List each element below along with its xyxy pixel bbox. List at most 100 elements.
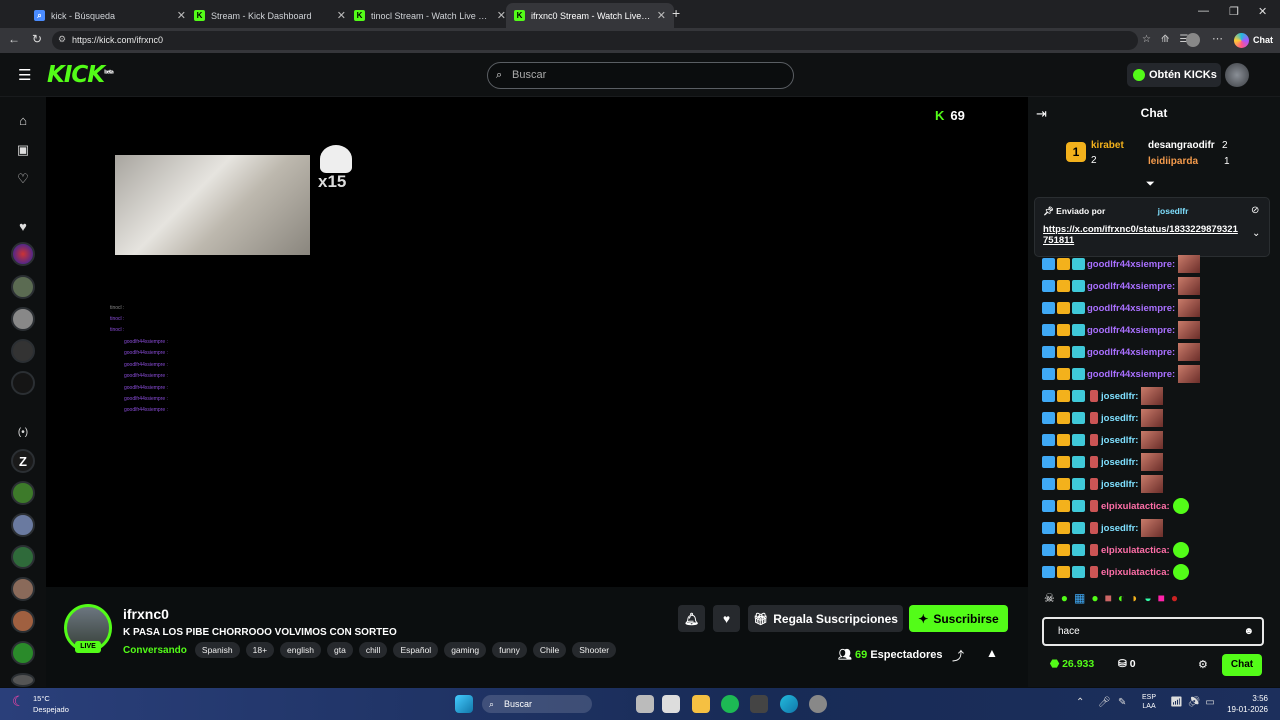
followed-channel-avatar[interactable]	[11, 242, 35, 266]
chat-username[interactable]: josedlfr:	[1101, 479, 1138, 490]
chat-username[interactable]: goodlfr44xsiempre:	[1087, 369, 1175, 380]
pen-icon[interactable]: ✎	[1118, 697, 1126, 708]
tag-chip[interactable]: Shooter	[572, 642, 617, 658]
chat-settings-icon[interactable]: ⚙	[1198, 658, 1208, 671]
chat-message[interactable]: elpixulatactica:	[1042, 541, 1189, 559]
send-chat-button[interactable]: Chat	[1222, 654, 1262, 676]
chat-message[interactable]: goodlfr44xsiempre:	[1042, 277, 1201, 295]
gift-subs-button[interactable]: 🎁︎ Regala Suscripciones	[748, 605, 903, 632]
recommended-channel-avatar[interactable]: Z	[11, 449, 35, 473]
browser-tab[interactable]: K Stream - Kick Dashboard ✕	[186, 3, 354, 28]
chat-username[interactable]: elpixulatactica:	[1101, 545, 1170, 556]
recommended-channel-avatar[interactable]	[11, 513, 35, 537]
chat-username[interactable]: josedlfr:	[1101, 435, 1138, 446]
expand-pin-icon[interactable]: ⌄	[1252, 228, 1260, 239]
maximize-icon[interactable]: ❐	[1229, 5, 1239, 18]
chat-username[interactable]: goodlfr44xsiempre:	[1087, 303, 1175, 314]
recommended-channel-avatar[interactable]	[11, 481, 35, 505]
edge-icon[interactable]	[780, 695, 798, 713]
chat-message[interactable]: josedlfr:	[1042, 409, 1164, 427]
leaderboard-user[interactable]: kirabet	[1091, 140, 1124, 151]
subscribe-button[interactable]: ✦ Suscribirse	[909, 605, 1008, 632]
get-kicks-button[interactable]: Obtén KICKs	[1127, 63, 1221, 87]
report-icon[interactable]: ▲	[986, 646, 998, 660]
new-tab-icon[interactable]: +	[672, 5, 680, 21]
browser-tab[interactable]: ⌕ kick - Búsqueda ✕	[26, 3, 194, 28]
chat-message[interactable]: elpixulatactica:	[1042, 563, 1189, 581]
followed-channel-avatar[interactable]	[11, 371, 35, 395]
emote-red-icon[interactable]: ●	[1171, 591, 1178, 609]
chat-username[interactable]: elpixulatactica:	[1101, 501, 1170, 512]
emote-kick-icon[interactable]: ◐	[1118, 591, 1125, 609]
follow-button[interactable]: ♥	[713, 605, 740, 632]
chat-username[interactable]: goodlfr44xsiempre:	[1087, 347, 1175, 358]
chat-message[interactable]: goodlfr44xsiempre:	[1042, 343, 1201, 361]
search-input[interactable]: ⌕ Buscar	[487, 62, 794, 89]
chat-message[interactable]: josedlfr:	[1042, 519, 1164, 537]
tag-chip[interactable]: Spanish	[194, 642, 240, 658]
tag-chip[interactable]: gta	[326, 642, 353, 658]
emote-frog-icon[interactable]: ◒	[1144, 591, 1151, 609]
chat-message[interactable]: josedlfr:	[1042, 387, 1164, 405]
tag-chip[interactable]: gaming	[444, 642, 487, 658]
filter-icon[interactable]: ⏷	[1146, 178, 1155, 191]
browser-tab[interactable]: Ktinocl Stream - Watch Live on Kick✕	[346, 3, 514, 28]
recommended-channel-avatar[interactable]	[11, 641, 35, 665]
following-heart-icon[interactable]: ♥	[11, 214, 35, 238]
emote-kick-icon[interactable]: ●	[1061, 591, 1068, 609]
emote-banana-icon[interactable]: ◗	[1131, 591, 1138, 609]
more-menu-icon[interactable]: ⋯	[1212, 32, 1223, 45]
leaderboard-user[interactable]: leidiiparda	[1148, 156, 1198, 167]
live-signal-icon[interactable]: (•)	[11, 420, 35, 444]
reload-icon[interactable]: ↻	[32, 32, 42, 46]
file-explorer-icon[interactable]	[692, 695, 710, 713]
chat-message[interactable]: goodlfr44xsiempre:	[1042, 365, 1201, 383]
gifted-subs-count[interactable]: ⛁ 0	[1118, 658, 1136, 670]
task-view-icon[interactable]	[636, 695, 654, 713]
chat-message[interactable]: goodlfr44xsiempre:	[1042, 321, 1201, 339]
chat-message[interactable]: josedlfr:	[1042, 475, 1164, 493]
chrome-icon[interactable]	[809, 695, 827, 713]
chat-message[interactable]: josedlfr:	[1042, 453, 1164, 471]
tag-chip[interactable]: Español	[393, 642, 439, 658]
chat-username[interactable]: elpixulatactica:	[1101, 567, 1170, 578]
site-info-icon[interactable]: ⚙	[58, 34, 66, 45]
emoji-picker-icon[interactable]: ☻	[1243, 619, 1254, 644]
user-avatar[interactable]	[1225, 63, 1249, 87]
chat-message[interactable]: josedlfr:	[1042, 431, 1164, 449]
minimize-icon[interactable]: —	[1198, 5, 1209, 17]
copilot-icon[interactable]	[1234, 33, 1249, 48]
pinned-link[interactable]: https://x.com/ifrxnc0/status/18332298793…	[1043, 224, 1243, 246]
close-tab-icon[interactable]: ✕	[337, 9, 346, 22]
network-volume-battery-icons[interactable]: 📶︎🔊︎▭	[1170, 697, 1220, 708]
emote-heart-icon[interactable]: ■	[1158, 591, 1165, 609]
input-language[interactable]: ESP LAA	[1142, 693, 1156, 711]
notification-bell-button[interactable]: 🔔︎	[678, 605, 705, 632]
streamer-name[interactable]: ifrxnc0	[123, 606, 169, 622]
chat-username[interactable]: josedlfr:	[1101, 391, 1138, 402]
channel-points[interactable]: ⬣ 26.933	[1050, 658, 1094, 670]
hide-pin-icon[interactable]: ⊘	[1251, 205, 1259, 216]
recommended-channel-avatar[interactable]	[11, 577, 35, 601]
chat-username[interactable]: josedlfr:	[1101, 523, 1138, 534]
browse-icon[interactable]: ▣	[11, 138, 35, 162]
followed-channel-avatar[interactable]	[11, 339, 35, 363]
tag-chip[interactable]: 18+	[245, 642, 275, 658]
copilot-chat-button[interactable]: Chat	[1253, 35, 1273, 45]
chat-username[interactable]: josedlfr:	[1101, 457, 1138, 468]
emote-city-icon[interactable]: ▦	[1074, 591, 1085, 609]
store-icon[interactable]	[662, 695, 680, 713]
chat-username[interactable]: goodlfr44xsiempre:	[1087, 325, 1175, 336]
back-icon[interactable]: ←	[8, 32, 20, 46]
spotify-icon[interactable]	[721, 695, 739, 713]
tag-chip[interactable]: english	[280, 642, 321, 658]
share-icon[interactable]: ⤴	[952, 647, 964, 664]
taskbar-search[interactable]: ⌕ Buscar	[482, 695, 592, 713]
close-window-icon[interactable]: ✕	[1258, 5, 1267, 18]
stream-category-link[interactable]: Conversando	[123, 645, 187, 656]
tag-chip[interactable]: Chile	[532, 642, 567, 658]
recommended-channel-avatar[interactable]	[11, 673, 35, 687]
emote-skull-icon[interactable]: ☠	[1044, 591, 1055, 609]
chat-input[interactable]: hace ☻	[1042, 617, 1264, 646]
chat-username[interactable]: josedlfr:	[1101, 413, 1138, 424]
